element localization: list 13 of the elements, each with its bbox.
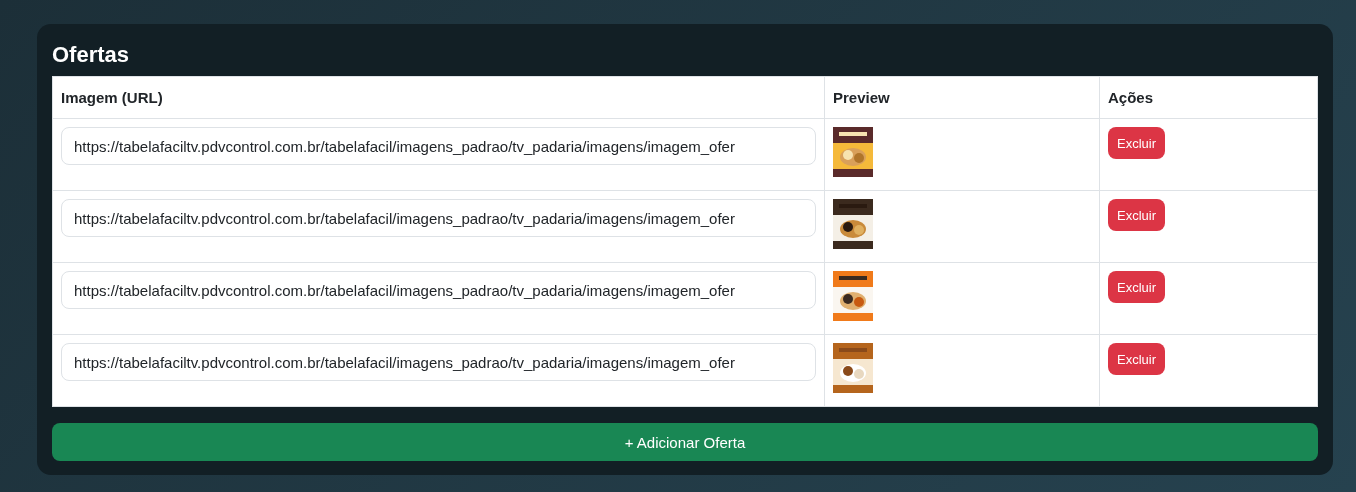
url-input-field[interactable]: https://tabelafaciltv.pdvcontrol.com.br/tabelafacil/imagens_padrao/tv_padaria/imagens/imagem_ofer [61,127,816,165]
delete-button[interactable]: Excluir [1108,343,1165,375]
add-offer-button[interactable]: + Adicionar Oferta [52,423,1318,461]
url-input-field[interactable]: https://tabelafaciltv.pdvcontrol.com.br/tabelafacil/imagens_padrao/tv_padaria/imagens/imagem_ofer [61,271,816,309]
column-header: Imagem (URL) [52,76,825,119]
delete-button[interactable]: Excluir [1108,271,1165,303]
column-header: Preview [824,76,1100,119]
panel-title: Ofertas [52,41,131,69]
delete-button[interactable]: Excluir [1108,127,1165,159]
delete-button[interactable]: Excluir [1108,199,1165,231]
url-input-field[interactable]: https://tabelafaciltv.pdvcontrol.com.br/tabelafacil/imagens_padrao/tv_padaria/imagens/imagem_ofer [61,199,816,237]
url-input-field[interactable]: https://tabelafaciltv.pdvcontrol.com.br/tabelafacil/imagens_padrao/tv_padaria/imagens/imagem_ofer [61,343,816,381]
column-header: Ações [1099,76,1318,119]
